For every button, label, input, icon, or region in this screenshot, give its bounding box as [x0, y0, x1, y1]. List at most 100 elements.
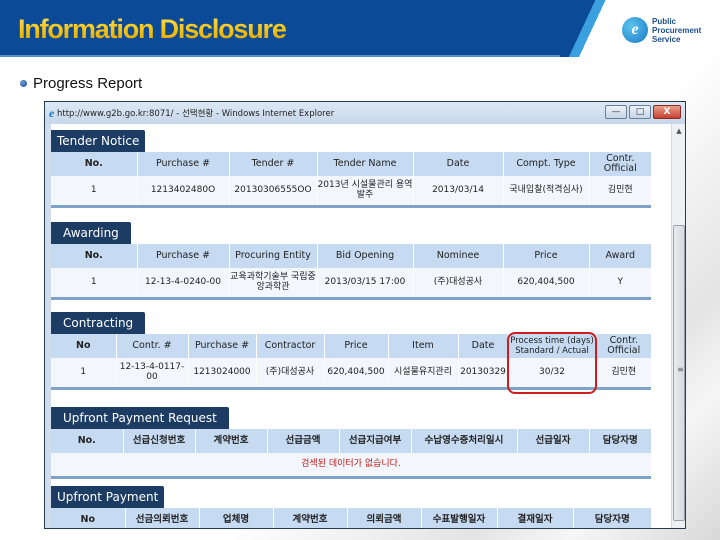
tab-upfront-payment-request[interactable]: Upfront Payment Request — [51, 407, 229, 429]
col-header: 업체명 — [199, 508, 274, 528]
col-header: Contr. Official — [589, 152, 651, 176]
window-title: http://www.g2b.go.kr:8071/ - 선택현황 - Wind… — [57, 109, 335, 119]
cell[interactable]: 12-13-4-0240-00 — [137, 268, 230, 298]
upfront-request-table: No. 선급신청번호 계약번호 선급금액 선급지급여부 수납영수증처리일시 선급… — [51, 429, 651, 479]
cell[interactable]: 20130306555OO — [229, 176, 318, 206]
cell: (주)대성공사 — [413, 268, 504, 298]
cell: 김민현 — [589, 176, 651, 206]
col-header: Purchase # — [137, 152, 230, 176]
contracting-section: Contracting No Contr. # Purchase # Contr… — [51, 312, 651, 394]
col-header: Item — [388, 334, 459, 358]
col-header: 선급신청번호 — [123, 429, 196, 453]
cell: 1 — [51, 268, 138, 298]
col-header: 수납영수증처리일시 — [411, 429, 518, 453]
table-header-row: No. Purchase # Procuring Entity Bid Open… — [51, 244, 651, 268]
col-header: 선금의뢰번호 — [125, 508, 200, 528]
table-row[interactable]: 1 1213402480O 20130306555OO 2013년 시설물관리 … — [51, 176, 651, 206]
cell: 1 — [51, 176, 138, 206]
col-header: Purchase # — [188, 334, 257, 358]
col-header: Compt. Type — [503, 152, 590, 176]
col-header: Procuring Entity — [229, 244, 318, 268]
cell: Y — [589, 268, 651, 298]
col-header: No. — [51, 244, 138, 268]
process-time-highlight — [507, 332, 597, 394]
logo-line-2: Procurement — [652, 26, 702, 35]
tab-tender-notice[interactable]: Tender Notice — [51, 130, 146, 152]
cell: 2013/03/14 — [413, 176, 504, 206]
cell: 국내입찰(적격심사) — [503, 176, 590, 206]
section-heading-text: Progress Report — [33, 75, 143, 92]
col-header: Tender Name — [317, 152, 414, 176]
col-header: 선급지급여부 — [339, 429, 412, 453]
section-heading: Progress Report — [20, 75, 142, 92]
col-header: Price — [503, 244, 590, 268]
col-header: No. — [51, 152, 138, 176]
cell: 2013/03/15 17:00 — [317, 268, 414, 298]
vertical-scrollbar[interactable]: ▲ ≡ — [671, 124, 685, 528]
tab-upfront-payment[interactable]: Upfront Payment — [51, 486, 165, 508]
logo-line-1: Public — [652, 17, 677, 26]
col-header: 담당자명 — [589, 429, 651, 453]
pps-logo-icon: e — [622, 17, 648, 43]
col-header: Date — [458, 334, 509, 358]
window-controls: — □ X — [605, 105, 681, 119]
empty-row: 검색된 데이터가 없습니다. — [51, 453, 651, 477]
col-header: 선급일자 — [517, 429, 590, 453]
col-header: Bid Opening — [317, 244, 414, 268]
col-header: Tender # — [229, 152, 318, 176]
logo-line-3: Service — [652, 35, 681, 44]
logo: e Public Procurement Service — [560, 0, 720, 57]
cell[interactable]: 12-13-4-0117-00 — [116, 358, 189, 388]
header-banner: Information Disclosure e Public Procurem… — [0, 0, 720, 57]
cell: 김민현 — [596, 358, 651, 388]
cell[interactable]: 1213402480O — [137, 176, 230, 206]
col-header: 의뢰금액 — [347, 508, 422, 528]
scroll-thumb[interactable]: ≡ — [673, 225, 685, 521]
col-header: Contr. Official — [596, 334, 651, 358]
page-title: Information Disclosure — [18, 14, 287, 44]
table-header-row: No. Purchase # Tender # Tender Name Date… — [51, 152, 651, 176]
tab-awarding[interactable]: Awarding — [51, 222, 131, 244]
no-data-message: 검색된 데이터가 없습니다. — [51, 453, 651, 477]
col-header: 수표발행일자 — [421, 508, 498, 528]
awarding-section: Awarding No. Purchase # Procuring Entity… — [51, 222, 651, 300]
awarding-table: No. Purchase # Procuring Entity Bid Open… — [51, 244, 651, 300]
cell: 620,404,500 — [324, 358, 389, 388]
col-header: Purchase # — [137, 244, 230, 268]
browser-window: e http://www.g2b.go.kr:8071/ - 선택현황 - Wi… — [44, 101, 686, 529]
close-button[interactable]: X — [653, 105, 681, 119]
cell: 20130329 — [458, 358, 509, 388]
bullet-icon — [20, 80, 27, 87]
col-header: No — [51, 508, 126, 528]
page-content: Tender Notice No. Purchase # Tender # Te… — [51, 124, 671, 528]
tab-contracting[interactable]: Contracting — [51, 312, 146, 334]
col-header: Contr. # — [116, 334, 189, 358]
cell: (주)대성공사 — [256, 358, 325, 388]
table-header-row: No. 선급신청번호 계약번호 선급금액 선급지급여부 수납영수증처리일시 선급… — [51, 429, 651, 453]
minimize-button[interactable]: — — [605, 105, 627, 119]
col-header: Price — [324, 334, 389, 358]
tender-notice-table: No. Purchase # Tender # Tender Name Date… — [51, 152, 651, 208]
col-header: No. — [51, 429, 124, 453]
col-header: Award — [589, 244, 651, 268]
grip-icon: ≡ — [677, 365, 684, 374]
cell: 교육과학기술부 국립중앙과학관 — [229, 268, 318, 298]
logo-text: Public Procurement Service — [652, 17, 701, 44]
col-header: Nominee — [413, 244, 504, 268]
col-header: 결재일자 — [497, 508, 574, 528]
table-row[interactable]: 1 12-13-4-0240-00 교육과학기술부 국립중앙과학관 2013/0… — [51, 268, 651, 298]
cell[interactable]: 2013년 시설물관리 용역 발주 — [317, 176, 414, 206]
col-header: 계약번호 — [273, 508, 348, 528]
col-header: 선급금액 — [267, 429, 340, 453]
window-titlebar[interactable]: e http://www.g2b.go.kr:8071/ - 선택현황 - Wi… — [45, 102, 685, 124]
maximize-button[interactable]: □ — [629, 105, 651, 119]
upfront-payment-section: Upfront Payment No 선금의뢰번호 업체명 계약번호 의뢰금액 … — [51, 486, 651, 528]
col-header: No — [51, 334, 117, 358]
table-header-row: No 선금의뢰번호 업체명 계약번호 의뢰금액 수표발행일자 결재일자 담당자명 — [51, 508, 651, 528]
col-header: 담당자명 — [573, 508, 651, 528]
col-header: 계약번호 — [195, 429, 268, 453]
cell: 1213024000 — [188, 358, 257, 388]
col-header: Contractor — [256, 334, 325, 358]
scroll-up-arrow-icon[interactable]: ▲ — [672, 124, 685, 138]
cell: 620,404,500 — [503, 268, 590, 298]
